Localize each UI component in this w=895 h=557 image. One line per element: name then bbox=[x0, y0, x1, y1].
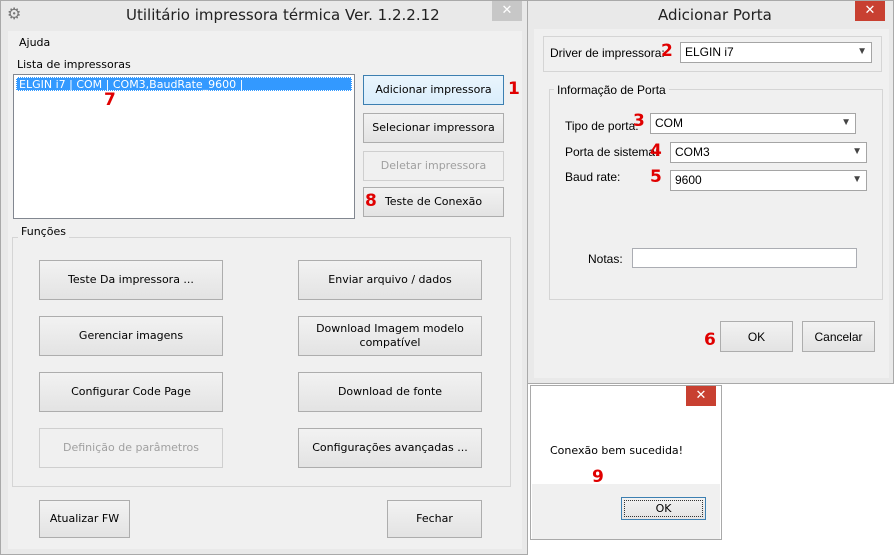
printer-listbox[interactable]: ELGIN i7 | COM | COM3,BaudRate_9600 | bbox=[13, 74, 355, 219]
port-type-label: Tipo de porta: bbox=[565, 119, 639, 133]
system-port-label: Porta de sistema: bbox=[565, 145, 659, 159]
menu-help[interactable]: Ajuda bbox=[19, 36, 50, 49]
update-fw-button[interactable]: Atualizar FW bbox=[39, 500, 130, 538]
delete-printer-button[interactable]: Deletar impressora bbox=[363, 151, 504, 181]
driver-select[interactable]: ELGIN i7 ▼ bbox=[680, 42, 872, 63]
step-marker-5: 5 bbox=[650, 167, 662, 187]
notes-label: Notas: bbox=[588, 252, 623, 266]
download-image-label-line2: compatível bbox=[359, 336, 421, 349]
functions-group-label: Funções bbox=[18, 225, 69, 238]
param-definition-button[interactable]: Definição de parâmetros bbox=[39, 428, 223, 468]
step-marker-1: 1 bbox=[508, 79, 520, 99]
chevron-down-icon: ▼ bbox=[857, 46, 867, 57]
chevron-down-icon: ▼ bbox=[852, 146, 862, 157]
port-type-select[interactable]: COM ▼ bbox=[650, 113, 856, 134]
close-icon: ✕ bbox=[501, 3, 513, 18]
printer-test-button[interactable]: Teste Da impressora ... bbox=[39, 260, 223, 300]
printer-list-label: Lista de impressoras bbox=[17, 58, 131, 71]
select-printer-button[interactable]: Selecionar impressora bbox=[363, 113, 504, 143]
port-info-label: Informação de Porta bbox=[554, 83, 669, 97]
chevron-down-icon: ▼ bbox=[841, 117, 851, 128]
system-port-select[interactable]: COM3 ▼ bbox=[670, 142, 867, 163]
step-marker-9: 9 bbox=[592, 467, 604, 487]
add-port-close-button[interactable]: ✕ bbox=[855, 1, 885, 21]
add-port-titlebar: Adicionar Porta ✕ bbox=[528, 1, 893, 28]
main-window: ⚙ Utilitário impressora térmica Ver. 1.2… bbox=[0, 0, 528, 555]
main-titlebar: ⚙ Utilitário impressora térmica Ver. 1.2… bbox=[1, 1, 527, 28]
cancel-button[interactable]: Cancelar bbox=[802, 321, 875, 352]
step-marker-3: 3 bbox=[633, 111, 645, 131]
notes-input[interactable] bbox=[632, 248, 857, 268]
baud-rate-select-value: 9600 bbox=[675, 173, 702, 187]
add-port-client-area: Driver de impressora: ELGIN i7 ▼ Informa… bbox=[534, 29, 889, 378]
connection-test-button[interactable]: Teste de Conexão bbox=[363, 187, 504, 217]
message-box-text: Conexão bem sucedida! bbox=[550, 444, 684, 457]
baud-rate-label: Baud rate: bbox=[565, 170, 621, 184]
system-port-select-value: COM3 bbox=[675, 145, 710, 159]
step-marker-2: 2 bbox=[661, 41, 673, 61]
main-window-title: Utilitário impressora térmica Ver. 1.2.2… bbox=[126, 6, 440, 24]
send-file-button[interactable]: Enviar arquivo / dados bbox=[298, 260, 482, 300]
add-port-dialog: Adicionar Porta ✕ Driver de impressora: … bbox=[527, 0, 894, 384]
step-marker-4: 4 bbox=[650, 141, 662, 161]
ok-button[interactable]: OK bbox=[720, 321, 793, 352]
download-font-button[interactable]: Download de fonte bbox=[298, 372, 482, 412]
step-marker-6: 6 bbox=[704, 330, 716, 350]
driver-label: Driver de impressora: bbox=[550, 46, 665, 60]
close-button[interactable]: Fechar bbox=[387, 500, 482, 538]
list-item[interactable]: ELGIN i7 | COM | COM3,BaudRate_9600 | bbox=[16, 77, 352, 91]
manage-images-button[interactable]: Gerenciar imagens bbox=[39, 316, 223, 356]
download-image-label-line1: Download Imagem modelo bbox=[316, 322, 464, 335]
close-icon: ✕ bbox=[864, 3, 876, 18]
step-marker-7: 7 bbox=[104, 90, 116, 110]
baud-rate-select[interactable]: 9600 ▼ bbox=[670, 170, 867, 191]
step-marker-8: 8 bbox=[365, 191, 377, 211]
message-box-close-button[interactable]: ✕ bbox=[686, 386, 716, 406]
add-printer-button[interactable]: Adicionar impressora bbox=[363, 75, 504, 105]
message-box: ✕ Conexão bem sucedida! OK bbox=[530, 385, 722, 540]
config-code-page-button[interactable]: Configurar Code Page bbox=[39, 372, 223, 412]
driver-select-value: ELGIN i7 bbox=[685, 45, 734, 59]
main-close-button[interactable]: ✕ bbox=[492, 1, 522, 21]
chevron-down-icon: ▼ bbox=[852, 174, 862, 185]
message-box-ok-button[interactable]: OK bbox=[621, 497, 706, 520]
download-image-button[interactable]: Download Imagem modelo compatível bbox=[298, 316, 482, 356]
main-client-area: Ajuda Lista de impressoras ELGIN i7 | CO… bbox=[8, 31, 522, 549]
gear-icon: ⚙ bbox=[7, 4, 22, 23]
close-icon: ✕ bbox=[695, 388, 707, 403]
port-type-select-value: COM bbox=[655, 116, 683, 130]
add-port-title: Adicionar Porta bbox=[658, 6, 772, 24]
advanced-settings-button[interactable]: Configurações avançadas ... bbox=[298, 428, 482, 468]
